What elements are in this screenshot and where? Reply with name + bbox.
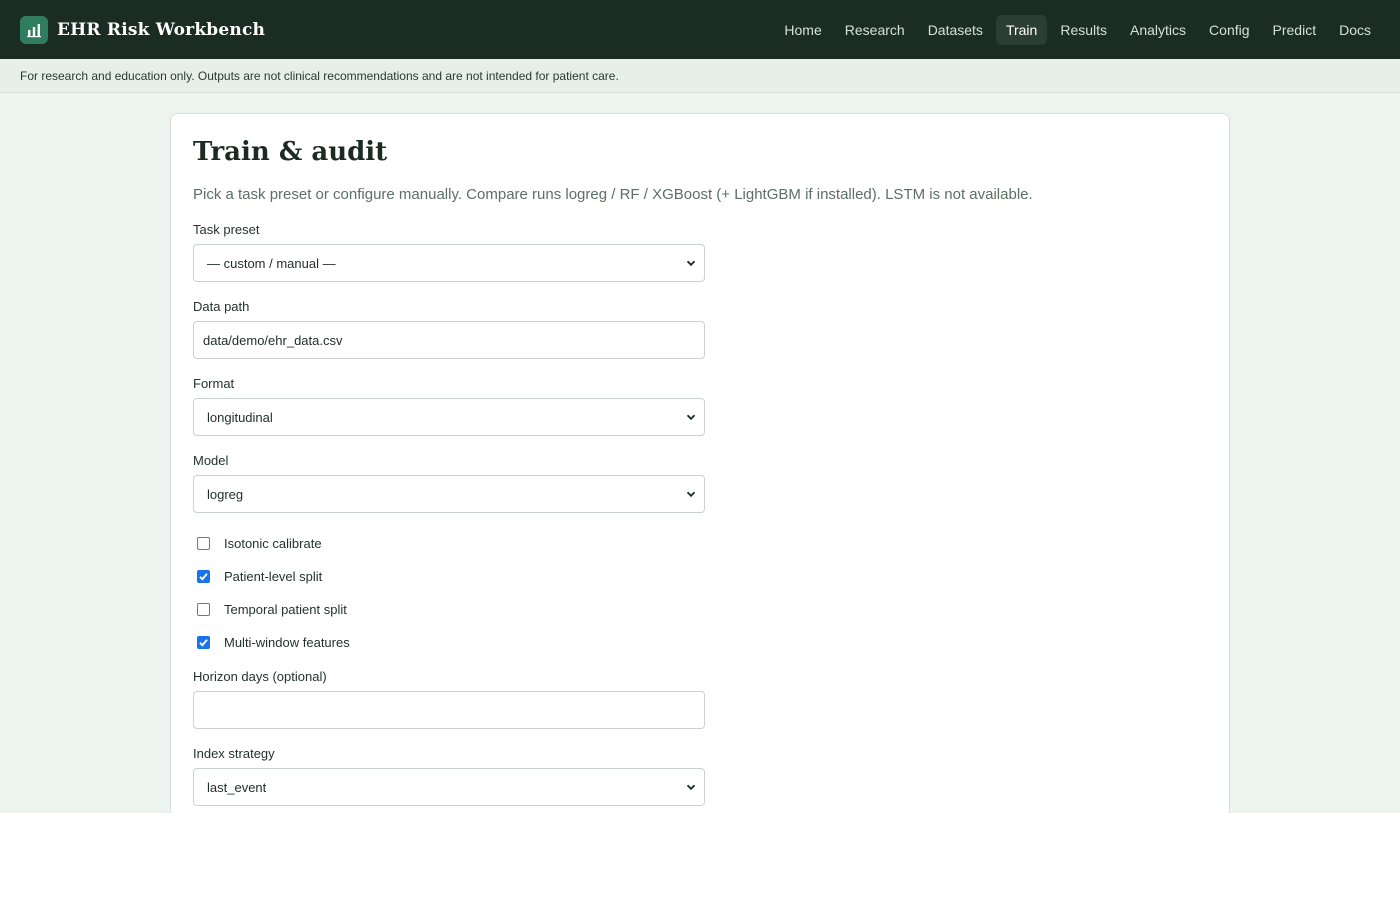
checkbox-label: Patient-level split: [224, 569, 323, 584]
model-value: logreg: [207, 486, 244, 502]
brand[interactable]: EHR Risk Workbench: [20, 15, 266, 44]
top-navbar: EHR Risk Workbench Home Research Datasets T…: [0, 0, 1400, 59]
nav-item-analytics[interactable]: Analytics: [1120, 15, 1196, 45]
checkmark-icon: [199, 573, 208, 581]
nav-item-research[interactable]: Research: [835, 15, 915, 45]
options-checklist: Isotonic calibrate Patient-level split Tem…: [193, 527, 1207, 659]
index-strategy-field: Index strategy last_event: [193, 746, 1207, 806]
chevron-down-icon: [686, 491, 696, 498]
checkbox-label: Temporal patient split: [224, 602, 347, 617]
checkbox-label: Isotonic calibrate: [224, 536, 322, 551]
checkbox-checked[interactable]: [197, 636, 210, 649]
nav-item-docs[interactable]: Docs: [1329, 15, 1381, 45]
data-path-input[interactable]: data/demo/ehr_data.csv: [193, 321, 705, 359]
index-strategy-select[interactable]: last_event: [193, 768, 705, 806]
page-subtitle: Pick a task preset or configure manually…: [193, 186, 1033, 203]
task-preset-select[interactable]: — custom / manual —: [193, 244, 705, 282]
nav-item-train[interactable]: Train: [995, 14, 1048, 45]
checkbox-unchecked[interactable]: [197, 537, 210, 550]
horizon-days-field: Horizon days (optional): [193, 669, 1207, 729]
disclaimer-banner: For research and education only. Outputs…: [0, 59, 1400, 93]
format-select[interactable]: longitudinal: [193, 398, 705, 436]
checkbox-row[interactable]: Patient-level split: [193, 560, 1207, 593]
horizon-days-input[interactable]: [193, 691, 705, 729]
format-label: Format: [193, 376, 235, 391]
model-field: Model logreg: [193, 453, 1207, 513]
page-title: Train & audit: [193, 137, 388, 167]
chevron-down-icon: [686, 414, 696, 421]
task-preset-value: — custom / manual —: [207, 255, 336, 271]
chevron-down-icon: [686, 260, 696, 267]
train-card: Train & audit Pick a task preset or conf…: [170, 113, 1230, 813]
checkmark-icon: [199, 639, 208, 647]
nav-item-config[interactable]: Config: [1199, 15, 1259, 45]
app-viewport: EHR Risk Workbench Home Research Datasets T…: [0, 0, 1400, 813]
index-strategy-value: last_event: [207, 779, 267, 795]
checkbox-row[interactable]: Temporal patient split: [193, 593, 1207, 626]
nav-item-predict[interactable]: Predict: [1263, 15, 1327, 45]
data-path-label: Data path: [193, 299, 250, 314]
main-nav: Home Research Datasets Train Results Analytic…: [774, 14, 1381, 45]
model-label: Model: [193, 453, 229, 468]
checkbox-label: Multi-window features: [224, 635, 350, 650]
checkbox-row[interactable]: Multi-window features: [193, 626, 1207, 659]
horizon-days-label: Horizon days (optional): [193, 669, 327, 684]
app-title: EHR Risk Workbench: [57, 19, 266, 40]
task-preset-label: Task preset: [193, 222, 260, 237]
data-path-value: data/demo/ehr_data.csv: [203, 332, 343, 348]
format-value: longitudinal: [207, 409, 273, 425]
chevron-down-icon: [686, 784, 696, 791]
index-strategy-label: Index strategy: [193, 746, 275, 761]
nav-item-datasets[interactable]: Datasets: [918, 15, 993, 45]
nav-item-home[interactable]: Home: [774, 15, 831, 45]
checkbox-checked[interactable]: [197, 570, 210, 583]
checkbox-unchecked[interactable]: [197, 603, 210, 616]
task-preset-field: Task preset — custom / manual —: [193, 222, 1207, 282]
model-select[interactable]: logreg: [193, 475, 705, 513]
checkbox-row[interactable]: Isotonic calibrate: [193, 527, 1207, 560]
data-path-field: Data path data/demo/ehr_data.csv: [193, 299, 1207, 359]
bar-chart-icon: [20, 15, 48, 44]
nav-item-results[interactable]: Results: [1050, 15, 1117, 45]
format-field: Format longitudinal: [193, 376, 1207, 436]
